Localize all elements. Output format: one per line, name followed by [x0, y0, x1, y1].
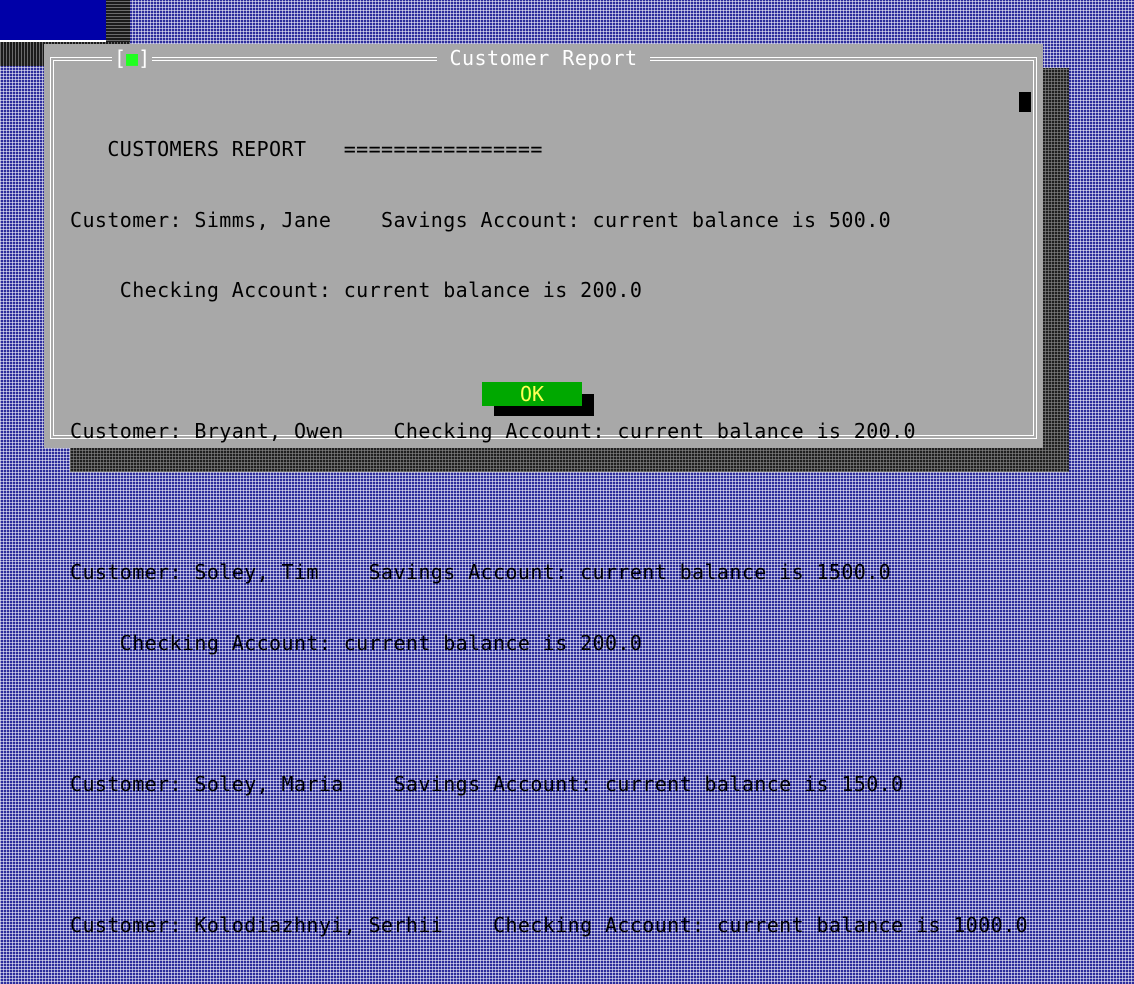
report-line: Customer: Kolodiazhnyi, Serhii Checking … [70, 912, 1028, 937]
close-bracket-right: ] [138, 46, 151, 70]
close-icon[interactable]: ■ [126, 46, 138, 70]
close-button[interactable]: [■] [112, 46, 153, 70]
report-line [70, 843, 1014, 866]
report-line: Customer: Soley, Tim Savings Account: cu… [70, 560, 892, 584]
dialog-title: Customer Report [437, 46, 650, 70]
report-line: Customer: Bryant, Owen Checking Account:… [70, 419, 916, 443]
customer-report-dialog: Customer Report [■] CUSTOMERS REPORT ===… [44, 44, 1043, 936]
background-window-shadow [106, 0, 130, 44]
report-header-line: CUSTOMERS REPORT ================ [70, 137, 543, 161]
report-line: Customer: Soley, Maria Savings Account: … [70, 771, 904, 796]
report-line: Customer: Simms, Jane Savings Account: c… [70, 207, 892, 232]
report-line [70, 491, 1014, 514]
report-line: Checking Account: current balance is 200… [70, 278, 643, 302]
background-window [0, 0, 108, 42]
report-line [70, 702, 1014, 725]
report-line: Checking Account: current balance is 200… [70, 630, 643, 655]
ok-button[interactable]: OK [482, 382, 582, 406]
report-line [70, 350, 1014, 373]
report-text: CUSTOMERS REPORT ================ Custom… [70, 90, 1028, 984]
scrollbar-thumb[interactable] [1019, 92, 1031, 112]
close-bracket-left: [ [114, 46, 127, 70]
